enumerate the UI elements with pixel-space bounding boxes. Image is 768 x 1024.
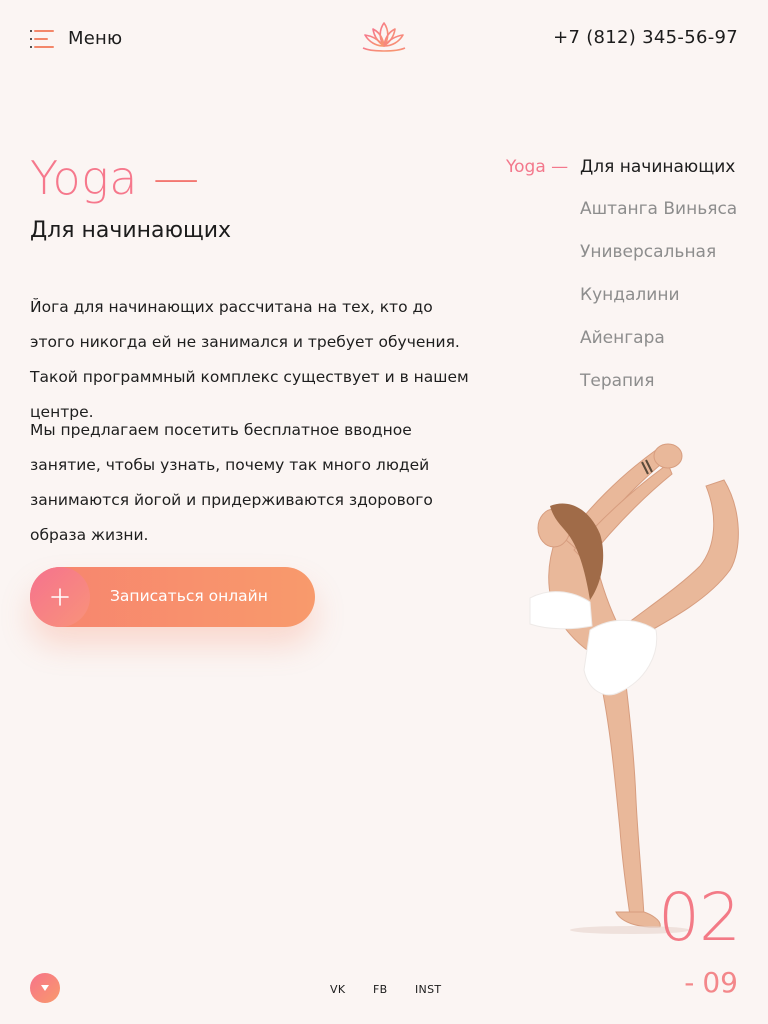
slide-counter-dash: - (684, 966, 695, 999)
lotus-logo[interactable] (360, 20, 408, 54)
program-item-kundalini[interactable]: Кундалини (580, 285, 680, 305)
yoga-pose-photo (529, 443, 739, 934)
menu-icon (30, 29, 54, 48)
page-title: Yoga — (30, 150, 200, 206)
program-item-universal[interactable]: Универсальная (580, 242, 716, 262)
program-item-iyengar[interactable]: Айенгара (580, 328, 665, 348)
slide-counter-current: 02 (658, 879, 741, 956)
program-item-therapy[interactable]: Терапия (580, 371, 654, 391)
menu-button[interactable]: Меню (30, 28, 122, 49)
menu-label: Меню (68, 28, 123, 49)
phone-number[interactable]: +7 (812) 345-56-97 (553, 27, 738, 48)
signup-online-button[interactable]: Записаться онлайн (30, 567, 315, 627)
page-subtitle: Для начинающих (30, 218, 232, 243)
chevron-down-icon (41, 985, 49, 991)
slide-counter-total: -09 (684, 966, 738, 1000)
signup-button-label: Записаться онлайн (110, 587, 268, 605)
scroll-down-button[interactable] (30, 973, 60, 1003)
social-link-vk[interactable]: VK (330, 983, 345, 996)
program-item-ashtanga[interactable]: Аштанга Виньяса (580, 199, 737, 219)
description-paragraph: Мы предлагаем посетить бесплатное вводно… (30, 421, 433, 544)
title-dash: — (153, 151, 200, 205)
title-text: Yoga (30, 151, 138, 205)
description-paragraph: Йога для начинающих рассчитана на тех, к… (30, 298, 469, 421)
social-link-inst[interactable]: INST (415, 983, 441, 996)
program-item-beginners[interactable]: Для начинающих (580, 157, 735, 177)
program-menu-prefix: Yoga — (506, 157, 569, 177)
social-link-fb[interactable]: FB (373, 983, 387, 996)
slide-counter-total-value: 09 (702, 966, 738, 999)
plus-icon (30, 567, 90, 627)
